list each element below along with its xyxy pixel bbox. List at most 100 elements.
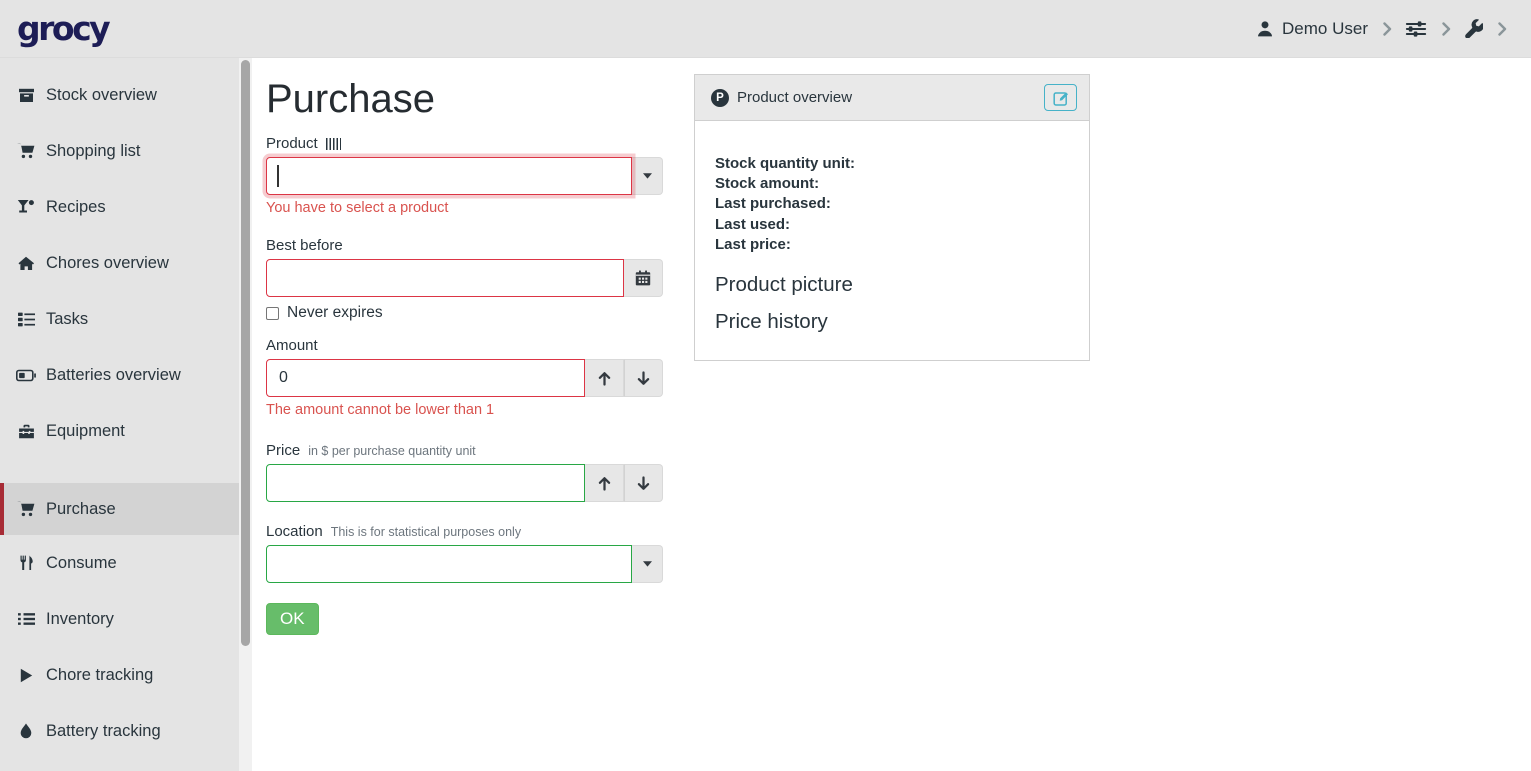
stock-amount-label: Stock amount:: [715, 174, 1069, 194]
location-hint: This is for statistical purposes only: [331, 525, 521, 539]
droplet-icon: [16, 723, 36, 739]
sliders-icon: [1405, 20, 1427, 38]
location-dropdown-button[interactable]: [632, 545, 663, 583]
amount-label: Amount: [266, 337, 318, 354]
sidebar-item-purchase[interactable]: Purchase: [0, 483, 252, 535]
location-label-row: Location This is for statistical purpose…: [266, 523, 663, 540]
sidebar-item-chore-tracking[interactable]: Chore tracking: [0, 647, 252, 703]
price-input-group: [266, 464, 663, 502]
sidebar-item-label: Tasks: [46, 310, 88, 329]
sidebar-item-recipes[interactable]: Recipes: [0, 179, 252, 235]
sidebar-item-label: Inventory: [46, 610, 114, 629]
edit-product-button[interactable]: [1044, 84, 1077, 111]
amount-decrement-button[interactable]: [624, 359, 663, 397]
sidebar-section-separator: [0, 459, 252, 483]
best-before-label: Best before: [266, 237, 343, 254]
best-before-input[interactable]: [266, 259, 624, 297]
arrow-down-icon: [636, 371, 651, 386]
price-label: Price: [266, 442, 300, 459]
play-icon: [16, 668, 36, 683]
battery-icon: [16, 369, 36, 382]
user-menu-label: Demo User: [1282, 19, 1368, 39]
best-before-label-row: Best before: [266, 237, 663, 254]
sidebar-scrollbar-track[interactable]: [239, 58, 252, 771]
last-price-label: Last price:: [715, 235, 1069, 255]
amount-error: The amount cannot be lower than 1: [266, 402, 663, 418]
utensils-icon: [16, 555, 36, 571]
amount-input[interactable]: [266, 359, 585, 397]
wrench-icon: [1464, 19, 1483, 38]
sidebar-scrollbar-thumb[interactable]: [241, 60, 250, 646]
sidebar-item-label: Batteries overview: [46, 366, 181, 385]
sidebar-item-label: Stock overview: [46, 86, 157, 105]
never-expires-row: Never expires: [266, 304, 663, 322]
sidebar-item-stock-overview[interactable]: Stock overview: [0, 67, 252, 123]
stock-quantity-unit-label: Stock quantity unit:: [715, 154, 1069, 174]
product-error: You have to select a product: [266, 200, 663, 216]
arrow-up-icon: [597, 371, 612, 386]
archive-box-icon: [16, 88, 36, 103]
price-input[interactable]: [266, 464, 585, 502]
sidebar: Stock overview Shopping list Recipes Cho…: [0, 58, 252, 771]
price-history-heading: Price history: [715, 310, 1069, 334]
sidebar-item-battery-tracking[interactable]: Battery tracking: [0, 703, 252, 759]
sidebar-item-label: Chores overview: [46, 254, 169, 273]
sidebar-item-batteries-overview[interactable]: Batteries overview: [0, 347, 252, 403]
never-expires-label: Never expires: [287, 304, 383, 322]
location-input-group: [266, 545, 663, 583]
product-input[interactable]: [266, 157, 632, 195]
chevron-right-icon[interactable]: [1498, 22, 1507, 36]
admin-menu[interactable]: [1464, 19, 1483, 38]
amount-label-row: Amount: [266, 337, 663, 354]
caret-down-icon: [643, 173, 652, 179]
last-used-label: Last used:: [715, 215, 1069, 235]
sidebar-item-label: Consume: [46, 554, 117, 573]
calendar-button[interactable]: [624, 259, 663, 297]
product-overview-card: P Product overview Stock quantity unit: …: [694, 74, 1090, 361]
page-title: Purchase: [266, 76, 663, 122]
card-title-row: P Product overview: [711, 89, 852, 107]
toolbox-icon: [16, 424, 36, 439]
shopping-cart-icon: [16, 143, 36, 159]
tasks-icon: [16, 312, 36, 327]
sidebar-item-label: Battery tracking: [46, 722, 161, 741]
caret-down-icon: [643, 561, 652, 567]
topbar: grocy Demo User: [0, 0, 1531, 58]
arrow-down-icon: [636, 476, 651, 491]
product-label-row: Product: [266, 135, 663, 152]
sidebar-item-chores-overview[interactable]: Chores overview: [0, 235, 252, 291]
ok-button[interactable]: OK: [266, 603, 319, 635]
chevron-right-icon[interactable]: [1383, 22, 1392, 36]
edit-icon: [1053, 90, 1069, 106]
cocktail-icon: [16, 199, 36, 215]
price-increment-button[interactable]: [585, 464, 624, 502]
amount-increment-button[interactable]: [585, 359, 624, 397]
sidebar-item-label: Equipment: [46, 422, 125, 441]
sidebar-item-label: Recipes: [46, 198, 106, 217]
sidebar-item-inventory[interactable]: Inventory: [0, 591, 252, 647]
chevron-right-icon[interactable]: [1442, 22, 1451, 36]
sidebar-item-consume[interactable]: Consume: [0, 535, 252, 591]
sidebar-item-equipment[interactable]: Equipment: [0, 403, 252, 459]
text-cursor: [277, 165, 279, 187]
never-expires-checkbox[interactable]: [266, 307, 279, 320]
user-menu[interactable]: Demo User: [1256, 19, 1368, 39]
product-circle-icon: P: [711, 89, 729, 107]
price-decrement-button[interactable]: [624, 464, 663, 502]
settings-menu[interactable]: [1405, 20, 1427, 38]
product-picture-heading: Product picture: [715, 273, 1069, 297]
purchase-form: Purchase Product You have to select a pr…: [266, 68, 663, 635]
card-title: Product overview: [737, 89, 852, 106]
amount-input-group: [266, 359, 663, 397]
sidebar-item-tasks[interactable]: Tasks: [0, 291, 252, 347]
sidebar-item-label: Purchase: [46, 500, 116, 519]
sidebar-item-label: Shopping list: [46, 142, 140, 161]
product-input-group: [266, 157, 663, 195]
sidebar-item-shopping-list[interactable]: Shopping list: [0, 123, 252, 179]
app-logo[interactable]: grocy: [17, 12, 108, 45]
product-dropdown-button[interactable]: [632, 157, 663, 195]
best-before-input-group: [266, 259, 663, 297]
topbar-menu: Demo User: [1256, 19, 1507, 39]
location-input[interactable]: [266, 545, 632, 583]
main-content: Purchase Product You have to select a pr…: [252, 58, 1531, 771]
